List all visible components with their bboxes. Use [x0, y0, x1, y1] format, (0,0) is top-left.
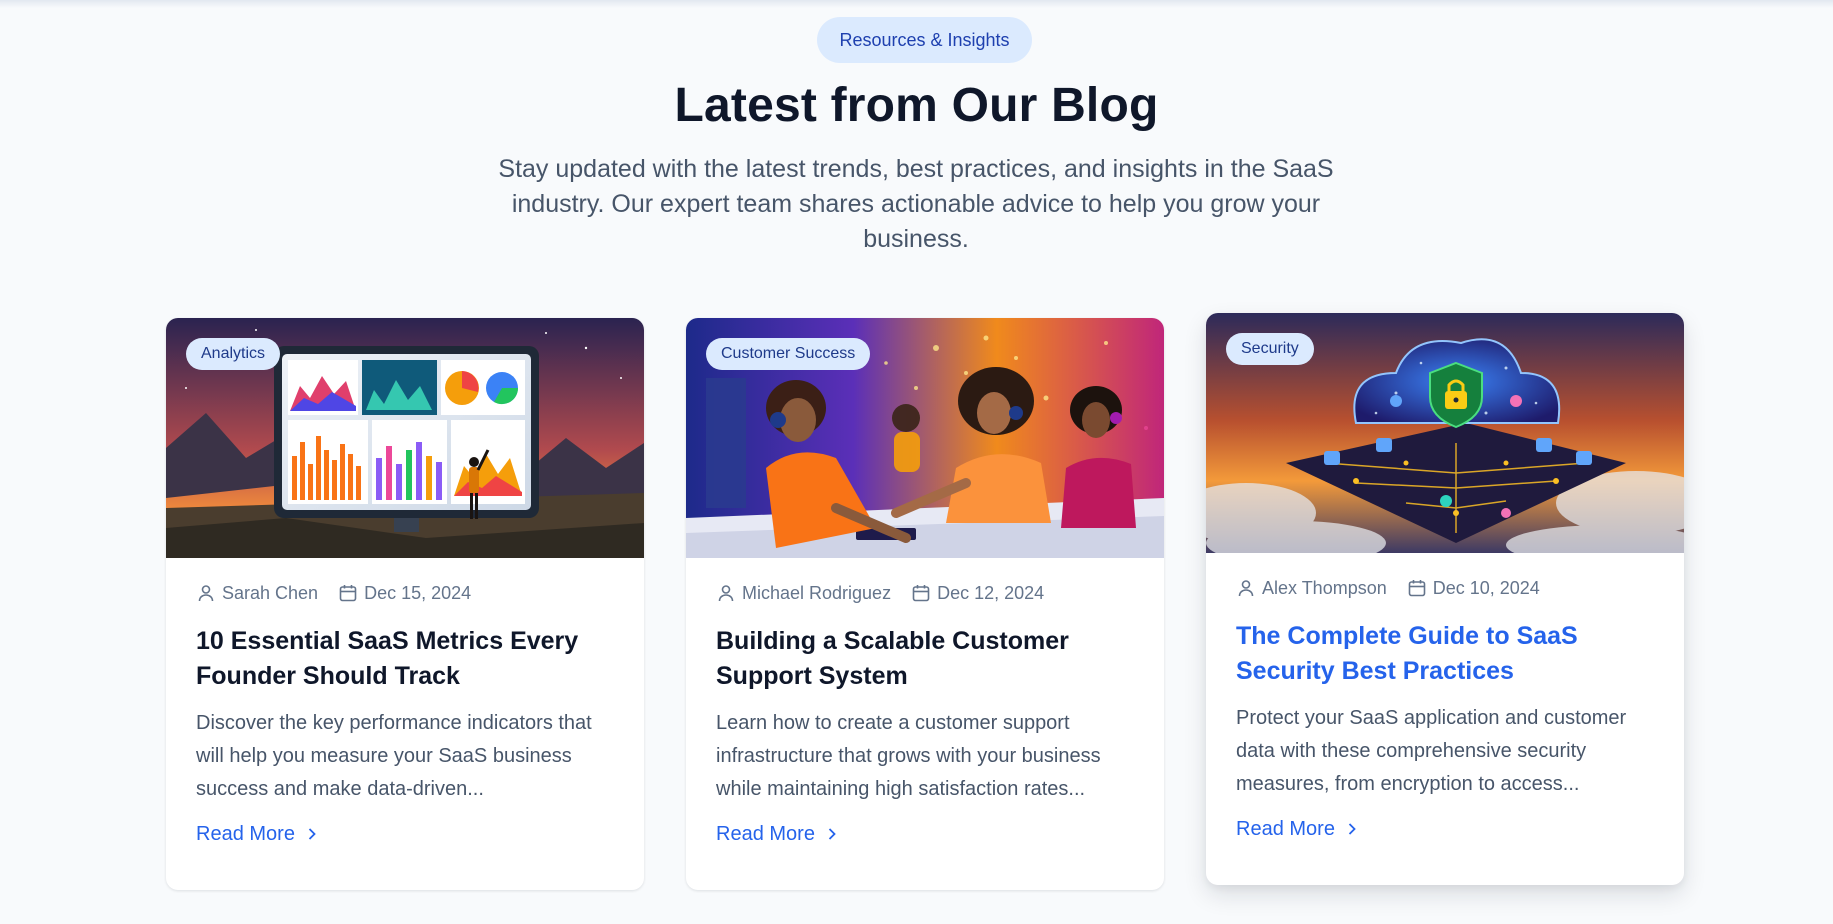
blog-card-customer-success[interactable]: Customer Success Michael Rodriguez Dec 1… — [686, 318, 1164, 890]
user-icon — [1236, 578, 1256, 598]
calendar-icon — [338, 583, 358, 603]
chevron-right-icon — [1345, 822, 1359, 836]
blog-card-image[interactable]: Security — [1206, 313, 1684, 553]
category-tag[interactable]: Customer Success — [706, 338, 871, 370]
blog-card-body: Alex Thompson Dec 10, 2024 The Complete … — [1236, 573, 1656, 844]
blog-card-body: Sarah Chen Dec 15, 2024 10 Essential Saa… — [196, 578, 616, 849]
calendar-icon — [911, 583, 931, 603]
user-icon — [716, 583, 736, 603]
section-eyebrow-badge: Resources & Insights — [817, 17, 1032, 63]
post-excerpt: Discover the key performance indicators … — [196, 712, 592, 800]
post-date: Dec 12, 2024 — [937, 582, 1045, 603]
chevron-right-icon — [825, 827, 839, 841]
calendar-icon — [1407, 578, 1427, 598]
read-more-label: Read More — [1236, 817, 1335, 840]
section-title: Latest from Our Blog — [674, 79, 1159, 132]
post-title[interactable]: 10 Essential SaaS Metrics Every Founder … — [196, 624, 616, 694]
read-more-label: Read More — [716, 822, 815, 845]
post-meta: Sarah Chen Dec 15, 2024 — [196, 578, 616, 608]
read-more-link[interactable]: Read More — [1236, 814, 1656, 844]
blog-card-analytics[interactable]: Analytics Sarah Chen Dec 15, 2024 10 Ess… — [166, 318, 644, 890]
post-title[interactable]: The Complete Guide to SaaS Security Best… — [1236, 619, 1656, 689]
category-tag[interactable]: Security — [1226, 333, 1314, 365]
blog-section: Resources & Insights Latest from Our Blo… — [0, 0, 1833, 924]
blog-card-image[interactable]: Customer Success — [686, 318, 1164, 558]
top-divider — [0, 0, 1833, 8]
post-author: Michael Rodriguez — [742, 582, 892, 603]
read-more-label: Read More — [196, 822, 295, 845]
post-title[interactable]: Building a Scalable Customer Support Sys… — [716, 624, 1136, 694]
post-excerpt: Protect your SaaS application and custom… — [1236, 707, 1627, 795]
post-meta: Alex Thompson Dec 10, 2024 — [1236, 573, 1656, 603]
category-tag[interactable]: Analytics — [186, 338, 281, 370]
post-author: Sarah Chen — [222, 582, 319, 603]
read-more-link[interactable]: Read More — [716, 819, 1136, 849]
post-date: Dec 15, 2024 — [364, 582, 472, 603]
blog-card-body: Michael Rodriguez Dec 12, 2024 Building … — [716, 578, 1136, 849]
read-more-link[interactable]: Read More — [196, 819, 616, 849]
post-excerpt: Learn how to create a customer support i… — [716, 712, 1101, 800]
blog-card-security[interactable]: Security Alex Thompson Dec 10, 2024 The … — [1206, 313, 1684, 885]
chevron-right-icon — [305, 827, 319, 841]
user-icon — [196, 583, 216, 603]
post-meta: Michael Rodriguez Dec 12, 2024 — [716, 578, 1136, 608]
post-author: Alex Thompson — [1262, 577, 1387, 598]
blog-card-image[interactable]: Analytics — [166, 318, 644, 558]
post-date: Dec 10, 2024 — [1432, 577, 1540, 598]
section-subtitle: Stay updated with the latest trends, bes… — [498, 155, 1334, 253]
